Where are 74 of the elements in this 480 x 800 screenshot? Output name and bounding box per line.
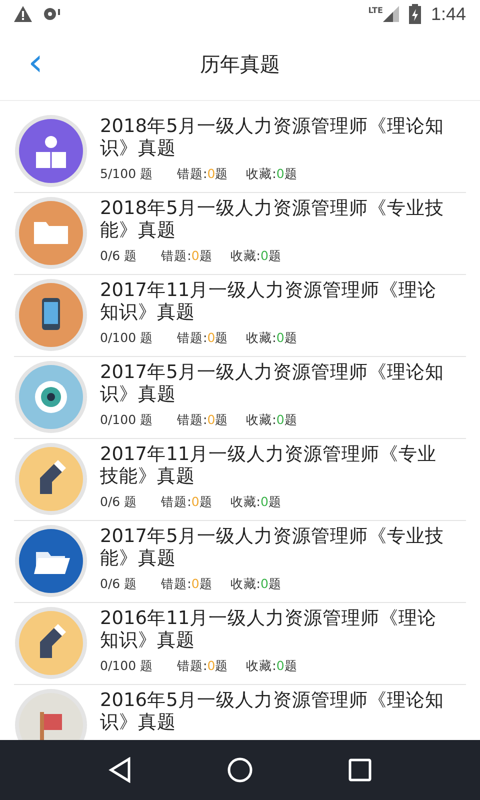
exam-title: 2016年5月一级人力资源管理师《理论知识》真题 (100, 690, 445, 734)
progress-count: 0/100 题 (100, 412, 153, 429)
favorite-label: 收藏: (230, 494, 260, 511)
wrong-count: 0 (207, 330, 216, 347)
favorite-unit: 题 (284, 166, 298, 183)
favorite-unit: 题 (284, 412, 298, 429)
wrong-count: 0 (191, 576, 200, 593)
back-nav-icon[interactable] (108, 757, 132, 783)
clock-time: 1:44 (430, 4, 466, 24)
progress-count: 0/6 题 (100, 248, 138, 265)
favorite-label: 收藏: (246, 166, 276, 183)
wrong-label: 错题: (177, 412, 208, 429)
wrong-count: 0 (207, 412, 216, 429)
exam-title: 2017年11月一级人力资源管理师《专业技能》真题 (100, 444, 438, 488)
progress-count: 5/100 题 (100, 166, 153, 183)
wrong-count: 0 (207, 166, 216, 183)
exam-title: 2017年11月一级人力资源管理师《理论知识》真题 (100, 280, 438, 324)
exam-item[interactable]: 2018年5月一级人力资源管理师《专业技能》真题 0/6 题 错题:0题 收藏:0题 (14, 193, 466, 275)
warning-icon (14, 6, 32, 22)
wrong-unit: 题 (215, 412, 228, 429)
favorite-label: 收藏: (246, 330, 276, 347)
wrong-unit: 题 (215, 166, 228, 183)
wrong-unit: 题 (199, 494, 212, 511)
recents-nav-icon[interactable] (348, 758, 372, 782)
favorite-count: 0 (276, 166, 284, 183)
favorite-count: 0 (276, 412, 284, 429)
exam-item[interactable]: 2017年5月一级人力资源管理师《专业技能》真题 0/6 题 错题:0题 收藏:0题 (14, 521, 466, 603)
exam-item[interactable]: 2017年5月一级人力资源管理师《理论知识》真题 0/100 题 错题:0题 收藏:0题 (14, 357, 466, 439)
exam-title: 2017年5月一级人力资源管理师《专业技能》真题 (100, 526, 445, 570)
exam-title: 2018年5月一级人力资源管理师《理论知识》真题 (100, 116, 445, 160)
favorite-label: 收藏: (230, 248, 260, 265)
progress-count: 0/6 题 (100, 576, 138, 593)
wrong-label: 错题: (177, 166, 208, 183)
favorite-unit: 题 (268, 248, 282, 265)
network-type: LTE (368, 6, 383, 15)
favorite-unit: 题 (268, 494, 282, 511)
page-title: 历年真题 (200, 50, 280, 78)
favorite-count: 0 (276, 658, 284, 675)
wrong-label: 错题: (177, 658, 208, 675)
favorite-unit: 题 (268, 576, 282, 593)
exam-item[interactable]: 2017年11月一级人力资源管理师《专业技能》真题 0/6 题 错题:0题 收藏:0题 (14, 439, 466, 521)
favorite-unit: 题 (284, 330, 298, 347)
wrong-label: 错题: (177, 330, 208, 347)
favorite-count: 0 (260, 576, 268, 593)
favorite-count: 0 (260, 248, 268, 265)
favorite-label: 收藏: (230, 576, 260, 593)
home-nav-icon[interactable] (226, 757, 253, 783)
progress-count: 0/6 题 (100, 494, 138, 511)
favorite-unit: 题 (284, 658, 298, 675)
progress-count: 0/100 题 (100, 330, 153, 347)
battery-icon (408, 4, 421, 24)
exam-item[interactable]: 2018年5月一级人力资源管理师《理论知识》真题 5/100 题 错题:0题 收藏:0题 (14, 111, 466, 193)
exam-title: 2017年5月一级人力资源管理师《理论知识》真题 (100, 362, 445, 406)
wrong-label: 错题: (161, 576, 192, 593)
favorite-label: 收藏: (246, 412, 276, 429)
favorite-label: 收藏: (246, 658, 276, 675)
wrong-label: 错题: (161, 494, 192, 511)
wrong-label: 错题: (161, 248, 192, 265)
favorite-count: 0 (276, 330, 284, 347)
favorite-count: 0 (260, 494, 268, 511)
signal-icon (382, 6, 399, 22)
exam-item[interactable]: 2016年11月一级人力资源管理师《理论知识》真题 0/100 题 错题:0题 收藏:0题 (14, 603, 466, 685)
wrong-count: 0 (191, 248, 200, 265)
disc-icon (42, 6, 62, 22)
exam-title: 2018年5月一级人力资源管理师《专业技能》真题 (100, 198, 445, 242)
wrong-unit: 题 (215, 330, 228, 347)
wrong-count: 0 (191, 494, 200, 511)
wrong-unit: 题 (199, 576, 212, 593)
exam-item[interactable]: 2017年11月一级人力资源管理师《理论知识》真题 0/100 题 错题:0题 收藏:0题 (14, 275, 466, 357)
wrong-unit: 题 (199, 248, 212, 265)
wrong-unit: 题 (215, 658, 228, 675)
progress-count: 0/100 题 (100, 658, 153, 675)
exam-title: 2016年11月一级人力资源管理师《理论知识》真题 (100, 608, 438, 652)
wrong-count: 0 (207, 658, 216, 675)
